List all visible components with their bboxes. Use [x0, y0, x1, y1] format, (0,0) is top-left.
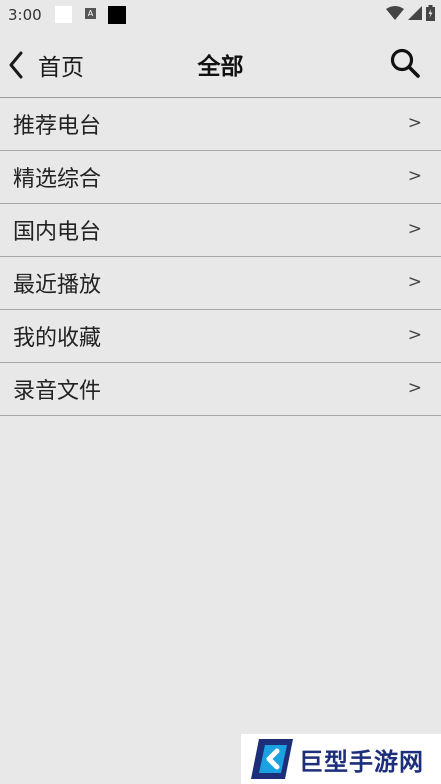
list-item-featured[interactable]: 精选综合 > — [0, 151, 441, 204]
battery-icon — [426, 5, 435, 21]
list-item-favorites[interactable]: 我的收藏 > — [0, 310, 441, 363]
screen: 3:00 A 首页 全部 推荐电台 > 精选综合 > 国内电台 > 最近播放 >… — [0, 0, 441, 784]
notification-a-icon: A — [85, 8, 96, 19]
list-item-recent[interactable]: 最近播放 > — [0, 257, 441, 310]
list-item-label: 国内电台 — [13, 220, 102, 245]
notification-black-icon — [108, 6, 126, 24]
header-bar: 首页 全部 — [0, 30, 441, 97]
category-list: 推荐电台 > 精选综合 > 国内电台 > 最近播放 > 我的收藏 > 录音文件 … — [0, 97, 441, 416]
watermark-text: 巨型手游网 — [299, 747, 424, 776]
list-item-label: 录音文件 — [13, 379, 102, 404]
chevron-right-icon: > — [407, 325, 422, 345]
list-item-label: 我的收藏 — [13, 326, 102, 351]
watermark-logo-icon — [251, 739, 293, 779]
list-item-label: 最近播放 — [13, 273, 102, 298]
wifi-icon — [386, 6, 404, 20]
chevron-right-icon: > — [407, 272, 422, 292]
chevron-right-icon: > — [407, 166, 422, 186]
list-item-recordings[interactable]: 录音文件 > — [0, 363, 441, 416]
page-title: 全部 — [197, 54, 244, 80]
cellular-signal-icon — [408, 6, 422, 20]
status-time: 3:00 — [8, 6, 42, 24]
chevron-right-icon: > — [407, 219, 422, 239]
watermark: 巨型手游网 — [241, 734, 441, 784]
search-icon — [390, 48, 420, 78]
chevron-right-icon: > — [407, 113, 422, 133]
status-icons — [386, 5, 435, 21]
list-item-label: 精选综合 — [13, 167, 102, 192]
search-button[interactable] — [389, 47, 421, 79]
status-bar: 3:00 A — [0, 0, 441, 30]
notification-white-icon — [55, 6, 72, 23]
chevron-right-icon: > — [407, 378, 422, 398]
list-item-recommended[interactable]: 推荐电台 > — [0, 98, 441, 151]
list-item-domestic[interactable]: 国内电台 > — [0, 204, 441, 257]
list-item-label: 推荐电台 — [13, 114, 102, 139]
